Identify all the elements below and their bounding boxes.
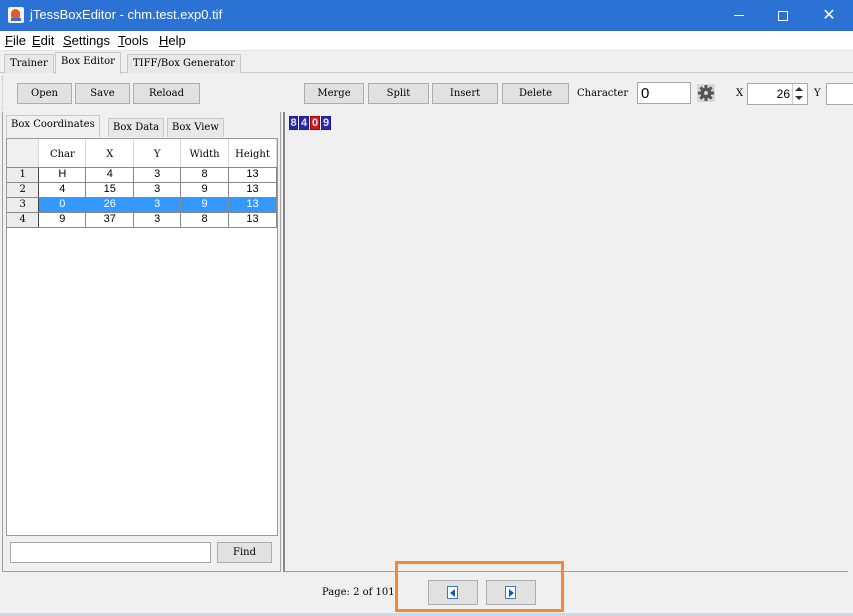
save-button[interactable]: Save <box>75 83 130 104</box>
cell-char[interactable]: H <box>38 167 87 183</box>
row-index[interactable]: 3 <box>7 197 40 213</box>
glyph-box[interactable]: 4 <box>299 116 309 130</box>
split-button[interactable]: Split <box>368 83 429 104</box>
corner-header <box>7 139 40 168</box>
mnemonic: H <box>159 33 169 48</box>
tab-box-data[interactable]: Box Data <box>108 118 165 137</box>
mnemonic: T <box>118 33 125 48</box>
cell-x[interactable]: 37 <box>85 212 135 228</box>
minimize-button[interactable] <box>716 0 762 31</box>
cell-width[interactable]: 9 <box>180 182 229 198</box>
menu-help[interactable]: Help <box>159 33 186 48</box>
maximize-button[interactable] <box>760 0 806 31</box>
tab-box-coordinates[interactable]: Box Coordinates <box>6 115 100 137</box>
tab-trainer[interactable]: Trainer <box>4 54 54 73</box>
glyph-box-selected[interactable]: 0 <box>310 116 320 130</box>
close-button[interactable]: ✕ <box>806 0 852 31</box>
cell-x[interactable]: 15 <box>85 182 135 198</box>
title-bar: jTessBoxEditor - chm.test.exp0.tif ✕ <box>0 0 853 31</box>
y-spinner[interactable] <box>826 83 853 105</box>
row-index[interactable]: 4 <box>7 212 40 228</box>
glyph-box[interactable]: 9 <box>321 116 331 130</box>
merge-button[interactable]: Merge <box>304 83 364 104</box>
row-index[interactable]: 2 <box>7 182 40 198</box>
close-icon: ✕ <box>822 7 836 24</box>
x-spinner-arrows[interactable] <box>792 84 806 104</box>
table-row-selected[interactable]: 3 0 26 3 9 13 <box>7 197 277 213</box>
cell-y[interactable]: 3 <box>133 197 182 213</box>
table-header-row: Char X Y Width Height <box>7 139 277 168</box>
cell-width[interactable]: 8 <box>180 212 229 228</box>
glyph-box[interactable]: 8 <box>289 116 298 130</box>
column-header-x[interactable]: X <box>85 139 135 168</box>
cell-height[interactable]: 13 <box>228 182 277 198</box>
column-header-width[interactable]: Width <box>180 139 229 168</box>
spinner-down-icon[interactable] <box>795 96 803 100</box>
cell-x[interactable]: 26 <box>85 197 135 213</box>
reload-button[interactable]: Reload <box>133 83 200 104</box>
gear-icon[interactable] <box>697 84 715 102</box>
column-header-y[interactable]: Y <box>133 139 182 168</box>
insert-button[interactable]: Insert <box>432 83 498 104</box>
menu-edit[interactable]: Edit <box>32 33 54 48</box>
window-title: jTessBoxEditor - chm.test.exp0.tif <box>30 7 223 22</box>
cell-char[interactable]: 4 <box>38 182 87 198</box>
cell-y[interactable]: 3 <box>133 182 182 198</box>
tab-tiff-box-generator[interactable]: TIFF/Box Generator <box>127 54 241 73</box>
mnemonic: F <box>5 33 13 48</box>
row-index[interactable]: 1 <box>7 167 40 183</box>
cell-width[interactable]: 9 <box>180 197 229 213</box>
mnemonic: S <box>63 33 72 48</box>
find-input[interactable] <box>10 542 211 563</box>
delete-button[interactable]: Delete <box>502 83 569 104</box>
column-header-char[interactable]: Char <box>38 139 87 168</box>
cell-y[interactable]: 3 <box>133 212 182 228</box>
x-label: X <box>736 88 744 99</box>
x-value: 26 <box>776 87 790 101</box>
cell-x[interactable]: 4 <box>85 167 135 183</box>
menu-settings[interactable]: Settings <box>63 33 110 48</box>
cell-y[interactable]: 3 <box>133 167 182 183</box>
cell-char[interactable]: 0 <box>38 197 87 213</box>
open-button[interactable]: Open <box>17 83 72 104</box>
table-row[interactable]: 1 H 4 3 8 13 <box>7 167 277 183</box>
character-label: Character <box>577 88 629 99</box>
tab-box-editor[interactable]: Box Editor <box>55 52 121 74</box>
menu-tools[interactable]: Tools <box>118 33 148 48</box>
table-row[interactable]: 2 4 15 3 9 13 <box>7 182 277 198</box>
main-tabs: Trainer Box Editor TIFF/Box Generator <box>0 52 853 74</box>
cell-height[interactable]: 13 <box>228 212 277 228</box>
mnemonic: E <box>32 33 41 48</box>
highlight-annotation <box>395 561 564 612</box>
character-value: 0 <box>641 85 650 102</box>
y-label: Y <box>814 88 821 99</box>
minimize-icon <box>734 15 744 17</box>
spinner-up-icon[interactable] <box>795 87 803 91</box>
character-input[interactable]: 0 <box>637 82 691 104</box>
find-button[interactable]: Find <box>217 542 272 563</box>
cell-height[interactable]: 13 <box>228 197 277 213</box>
cell-width[interactable]: 8 <box>180 167 229 183</box>
menu-file[interactable]: File <box>5 33 26 48</box>
image-canvas[interactable]: 8 4 0 9 <box>283 112 848 572</box>
cell-height[interactable]: 13 <box>228 167 277 183</box>
column-header-height[interactable]: Height <box>228 139 277 168</box>
table-row[interactable]: 4 9 37 3 8 13 <box>7 212 277 228</box>
cell-char[interactable]: 9 <box>38 212 87 228</box>
tab-box-view[interactable]: Box View <box>167 118 224 137</box>
page-status: Page: 2 of 101 <box>322 587 395 598</box>
maximize-icon <box>778 10 788 21</box>
java-app-icon <box>8 7 24 23</box>
box-coordinates-table[interactable]: Char X Y Width Height 1 H 4 3 8 13 2 4 1… <box>6 138 278 536</box>
menu-bar: File Edit Settings Tools Help <box>0 31 853 51</box>
